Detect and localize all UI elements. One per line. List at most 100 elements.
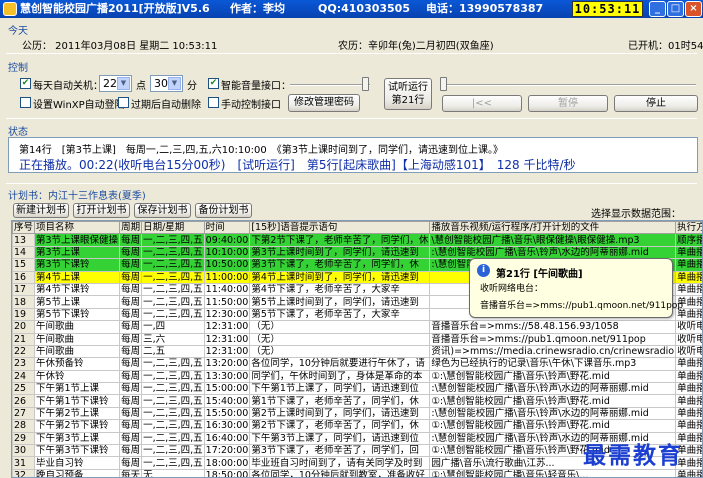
cell-speech: 第2节上课时间到了，同学们，请迅速到 — [249, 406, 431, 421]
open-plan-button[interactable]: 打开计划书 — [73, 203, 130, 218]
cell-days: 二,五 — [141, 344, 205, 359]
cell-file: 绿色为已经执行的记录\音乐\午休\下课音乐.mp3 — [429, 357, 677, 371]
window-title: 慧创智能校园广播2011[开放版]V5.6 — [20, 2, 210, 15]
cell-name: 第3节上课眼保健操 — [34, 233, 121, 247]
cell-days: 一,二,三,四,五 — [141, 233, 205, 247]
backup-plan-button[interactable]: 备份计划书 — [195, 203, 252, 218]
auto-shutdown-checkbox[interactable]: ✔ — [20, 78, 31, 89]
change-password-button[interactable]: 修改管理密码 — [288, 94, 360, 112]
column-header[interactable]: 播放音乐视频/运行程序/打开计划的文件 — [429, 221, 677, 235]
column-header[interactable]: 周期 — [119, 221, 143, 235]
column-header[interactable]: 日期/星期 — [141, 221, 205, 235]
cell-cycle: 每周 — [119, 357, 143, 371]
cell-mode: 单曲播放 — [675, 282, 702, 297]
save-plan-button[interactable]: 保存计划书 — [134, 203, 191, 218]
new-plan-button[interactable]: 新建计划书 — [13, 203, 69, 218]
cell-mode: 单曲播放 — [675, 382, 702, 396]
cell-mode: 单曲播放 — [675, 357, 702, 371]
cell-mode: 收听电台 — [675, 332, 702, 346]
cell-name: 午休预备铃 — [34, 357, 121, 371]
minute-unit: 分 — [187, 81, 197, 92]
cell-days: 一,二,三,四,五 — [141, 245, 205, 260]
cell-file: 资讯)=>mms://media.crinewsradio.cn/crinews… — [429, 344, 677, 359]
pause-button[interactable]: 暂停 — [528, 95, 608, 112]
cell-time: 15:00:00 — [203, 382, 251, 396]
cell-mode: 单曲播放 — [675, 270, 702, 284]
cell-name: 午间歌曲 — [34, 332, 121, 346]
table-row[interactable]: 24 午休铃 每周 一,二,三,四,五 13:30:00 同学们，午休时间到了，身体是革命… — [12, 369, 702, 384]
cell-name: 下午第3节上课 — [34, 431, 121, 446]
manual-control-label: 手动控制接口 — [221, 100, 281, 111]
cell-n: 30 — [12, 444, 36, 458]
table-row[interactable]: 23 午休预备铃 每周 一,二,三,四,五 13:20:00 各位同学，10分钟后就要进行… — [12, 357, 702, 371]
table-row[interactable]: 26 下午第1节下课铃 每周 一,二,三,四,五 15:40:00 第1节下课了，老师辛苦… — [12, 394, 702, 408]
table-row[interactable]: 27 下午第2节上课 每周 一,二,三,四,五 15:50:00 第2节上课时间到了，同学… — [12, 406, 702, 421]
cell-cycle: 每周 — [119, 282, 143, 297]
cell-cycle: 每周 — [119, 270, 143, 284]
expired-delete-checkbox[interactable] — [118, 97, 129, 108]
cell-time: 13:30:00 — [203, 369, 251, 384]
progress-slider[interactable] — [440, 84, 696, 86]
chevron-down-icon: ▼ — [117, 77, 130, 90]
cell-speech: 第2节下课了，老师辛苦了，同学们，休 — [249, 419, 431, 433]
stop-button[interactable]: 停止 — [614, 95, 698, 112]
cell-name: 第4节上课 — [34, 270, 121, 284]
qq-label: QQ:410303505 — [318, 2, 410, 15]
smart-volume-checkbox[interactable]: ✔ — [208, 78, 219, 89]
cell-n: 17 — [12, 282, 36, 297]
column-header[interactable]: 项目名称 — [34, 221, 121, 235]
cell-time: 11:50:00 — [203, 295, 251, 309]
table-row[interactable]: 32 晚自习预备 每天无 18:50:00 各位同学，10分钟后就到教室，准备收好 ①:\… — [12, 468, 702, 477]
manual-control-checkbox[interactable] — [208, 97, 219, 108]
cell-time: 09:40:00 — [203, 233, 251, 247]
today-heading: 今天 — [8, 26, 28, 37]
table-row[interactable]: 28 下午第2节下课铃 每周 一,二,三,四,五 16:30:00 第2节下课了，老师辛苦… — [12, 419, 702, 433]
cell-days: 一,二,三,四,五 — [141, 357, 205, 371]
cell-time: 17:20:00 — [203, 444, 251, 458]
plan-heading: 计划书：内江十三作息表(夏季) — [8, 191, 146, 202]
close-button[interactable]: × — [685, 1, 702, 17]
cell-name: 午间歌曲 — [34, 320, 121, 334]
cell-time: 12:31:00 — [203, 344, 251, 359]
status-heading: 状态 — [8, 127, 28, 138]
phone-label: 电话：13990578387 — [426, 2, 544, 15]
cell-file: :\慧创智能校园广播\音乐\铃声\水边的阿蒂丽娜.mid — [429, 245, 677, 260]
cell-days: 三,六 — [141, 332, 205, 346]
table-row[interactable]: 21 午间歌曲 每周 三,六 12:31:00 （无） 音播音乐台=>mms://pub1.… — [12, 332, 702, 346]
column-header[interactable]: 执行方式 — [675, 221, 702, 235]
winxp-autologin-checkbox[interactable] — [20, 97, 31, 108]
table-row[interactable]: 22 午间歌曲 每周 二,五 12:31:00 （无） 资讯)=>mms://media.c… — [12, 344, 702, 359]
volume-slider-thumb[interactable] — [362, 77, 369, 91]
cell-cycle: 每周 — [119, 456, 143, 470]
divider — [6, 53, 697, 54]
maximize-button[interactable]: □ — [667, 1, 684, 17]
table-row[interactable]: 25 下午第1节上课 每周 一,二,三,四,五 15:00:00 下午第1节上课了，同学们… — [12, 382, 702, 396]
cell-speech: 同学们，午休时间到了，身体是革命的本 — [249, 369, 431, 384]
shutdown-hour-select[interactable]: 22 ▼ — [99, 75, 132, 92]
table-row[interactable]: 13 第3节上课眼保健操 每周 一,二,三,四,五 09:40:00 下第2节下课了，老师… — [12, 233, 702, 247]
lunar-date: 农历：辛卯年(兔)二月初四(双鱼座) — [338, 41, 494, 52]
progress-slider-thumb[interactable] — [440, 77, 447, 91]
shutdown-minute-select[interactable]: 30 ▼ — [150, 75, 183, 92]
table-row[interactable]: 14 第3节上课 每周 一,二,三,四,五 10:10:00 第3节上课时间到了，同学们，… — [12, 245, 702, 260]
cell-days: 一,二,三,四,五 — [141, 270, 205, 284]
cell-speech: （无） — [249, 320, 431, 334]
column-header[interactable]: [15秒]语音提示语句 — [249, 221, 431, 235]
column-header[interactable]: 序号 — [12, 221, 36, 235]
cell-n: 20 — [12, 320, 36, 334]
previous-button[interactable]: |<< — [442, 95, 522, 112]
cell-n: 13 — [12, 233, 36, 247]
minimize-button[interactable]: _ — [649, 1, 666, 17]
minute-value: 30 — [154, 77, 168, 90]
table-row[interactable]: 20 午间歌曲 每周 一,四 12:31:00 （无） 音播音乐台=>mms://58.48… — [12, 320, 702, 334]
cell-speech: 第4节下课了，老师辛苦了，大家辛 — [249, 282, 431, 297]
trial-run-button[interactable]: 试听运行 第21行 — [384, 78, 432, 110]
column-header[interactable]: 时间 — [203, 221, 251, 235]
row-tooltip: i 第21行 [午间歌曲] 收听网络电台： 音播音乐台=>mms://pub1.… — [469, 258, 683, 318]
schedule-status: 第14行 [第3节上课] 每周一,二,三,四,五,六10:10:00 《第3节上… — [19, 145, 504, 156]
cell-file: 音播音乐台=>mms://58.48.156.93/1058 — [429, 320, 677, 334]
cell-speech: 第3节上课时间到了，同学们，请迅速到 — [249, 245, 431, 260]
volume-slider[interactable] — [290, 84, 370, 86]
cell-n: 28 — [12, 419, 36, 433]
cell-days: 一,二,三,四,五 — [141, 444, 205, 458]
